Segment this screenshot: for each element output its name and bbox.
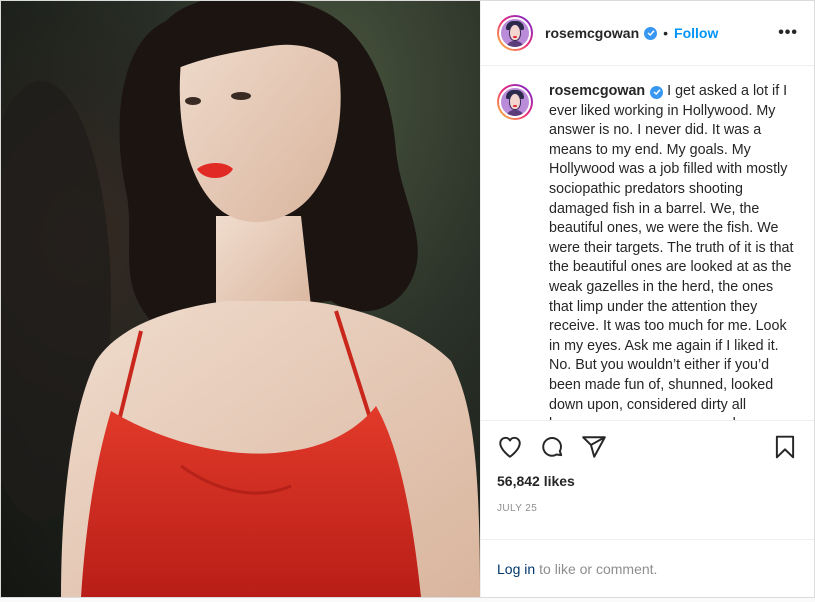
profile-avatar[interactable] bbox=[497, 15, 533, 51]
portrait-photo-illustration bbox=[1, 1, 480, 597]
more-options-icon[interactable]: ••• bbox=[778, 24, 798, 42]
separator-dot: • bbox=[663, 25, 669, 41]
caption-username[interactable]: rosemcgowan bbox=[549, 83, 645, 99]
caption-text: rosemcgowan I get asked a lot if I ever … bbox=[549, 82, 798, 420]
follow-button[interactable]: Follow bbox=[674, 25, 718, 41]
login-prompt: Log in to like or comment. bbox=[481, 539, 814, 597]
post-photo[interactable] bbox=[1, 1, 480, 597]
login-link[interactable]: Log in bbox=[497, 561, 535, 577]
verified-badge-icon bbox=[650, 85, 664, 99]
caption-avatar[interactable] bbox=[497, 84, 533, 120]
caption-body: I get asked a lot if I ever liked workin… bbox=[549, 83, 794, 420]
comment-icon[interactable] bbox=[539, 434, 565, 460]
action-bar bbox=[481, 421, 814, 473]
avatar-image bbox=[499, 86, 531, 118]
caption-section: rosemcgowan I get asked a lot if I ever … bbox=[481, 66, 814, 421]
instagram-post: rosemcgowan • Follow ••• rosemcgowan I g… bbox=[0, 0, 815, 598]
post-sidebar: rosemcgowan • Follow ••• rosemcgowan I g… bbox=[480, 1, 814, 597]
verified-badge-icon bbox=[644, 26, 658, 40]
heart-icon[interactable] bbox=[497, 434, 523, 460]
login-prompt-text: to like or comment. bbox=[539, 560, 658, 577]
share-icon[interactable] bbox=[581, 434, 607, 460]
post-header: rosemcgowan • Follow ••• bbox=[481, 1, 814, 66]
bookmark-icon[interactable] bbox=[772, 434, 798, 460]
post-date[interactable]: JULY 25 bbox=[481, 495, 814, 523]
avatar-image bbox=[499, 17, 531, 49]
username-link[interactable]: rosemcgowan bbox=[545, 25, 639, 41]
likes-count[interactable]: 56,842 likes bbox=[481, 473, 814, 495]
